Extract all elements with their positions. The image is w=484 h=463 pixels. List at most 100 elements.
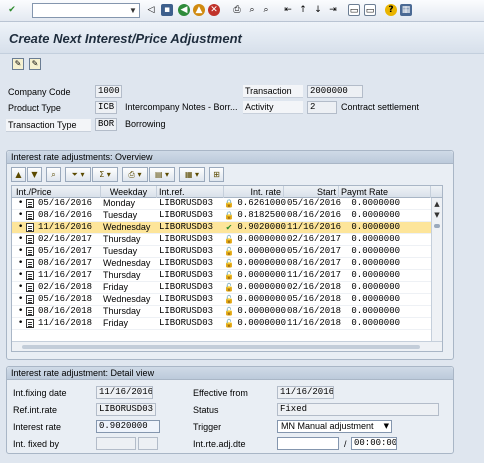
table-row[interactable]: • 08/16/2018 Thursday LIBORUSD03 🔓 0.0000000 0… — [12, 306, 442, 318]
layout-icon[interactable]: ▦ ▾ — [179, 167, 205, 182]
cell-weekday: Monday — [103, 198, 136, 208]
cell-int-price: 11/16/2016 — [38, 222, 93, 232]
row-bullet: • — [18, 270, 24, 280]
scroll-up-icon[interactable]: ▲ — [432, 199, 442, 209]
scroll-down-icon[interactable]: ▼ — [432, 210, 442, 220]
help-icon[interactable]: ? — [385, 4, 397, 16]
cell-int-rate: 0.0000000 — [237, 294, 286, 304]
shortcut-icon[interactable]: ▭ — [364, 4, 376, 16]
scroll-thumb-horizontal[interactable] — [22, 345, 420, 349]
cancel-icon[interactable]: ✕ — [208, 4, 220, 16]
cell-int-ref: LIBORUSD03 — [159, 318, 214, 328]
company-code-field: 1000 — [95, 85, 122, 98]
customize-layout-icon[interactable]: ▦ — [400, 4, 412, 16]
table-row[interactable]: • 05/16/2017 Tuesday LIBORUSD03 🔓 0.0000000 05… — [12, 246, 442, 258]
chevron-down-icon[interactable]: ▼ — [127, 4, 139, 17]
cell-int-ref: LIBORUSD03 — [159, 294, 214, 304]
table-row[interactable]: • 02/16/2018 Friday LIBORUSD03 🔓 0.0000000 02/… — [12, 282, 442, 294]
find-icon[interactable]: ⌕ — [246, 4, 258, 16]
previous-page-icon[interactable]: ↑ — [297, 4, 309, 16]
save-icon[interactable]: ▪ — [161, 4, 173, 16]
trigger-select[interactable]: MN Manual adjustment ▼ — [277, 420, 392, 433]
horizontal-scrollbar[interactable] — [12, 341, 442, 351]
find-icon[interactable]: ⌕ — [46, 167, 61, 182]
table-row[interactable]: • 11/16/2017 Thursday LIBORUSD03 🔓 0.0000000 1… — [12, 270, 442, 282]
cell-int-ref: LIBORUSD03 — [159, 258, 214, 268]
filter-icon[interactable]: ⏷ ▾ — [65, 167, 91, 182]
exit-icon[interactable]: ▲ — [193, 4, 205, 16]
document-icon[interactable] — [26, 295, 34, 304]
table-row[interactable]: • 05/16/2018 Wednesday LIBORUSD03 🔓 0.0000000… — [12, 294, 442, 306]
cell-paymt-rate: 0.0000000 — [351, 294, 400, 304]
last-page-icon[interactable]: ⇥ — [327, 4, 339, 16]
table-row[interactable]: • 05/16/2016 Monday LIBORUSD03 🔒 0.6261000 05/… — [12, 198, 442, 210]
cell-weekday: Thursday — [103, 270, 141, 280]
new-session-icon[interactable]: ▭ — [348, 4, 360, 16]
col-paymt-rate[interactable]: Paymt Rate — [339, 186, 431, 198]
document-icon[interactable] — [26, 259, 34, 268]
header-data-icon[interactable]: ✎ — [12, 58, 24, 70]
interest-rate-input[interactable]: 0.9020000 — [96, 420, 160, 433]
product-type-label: Product Type — [8, 103, 61, 113]
document-icon[interactable] — [26, 307, 34, 316]
document-icon[interactable] — [26, 319, 34, 328]
print-icon[interactable]: ⎙ ▾ — [122, 167, 148, 182]
adj-date-label: Int.rte.adj.dte — [193, 439, 246, 449]
first-page-icon[interactable]: ⇤ — [282, 4, 294, 16]
row-bullet: • — [18, 306, 24, 316]
ref-rate-label: Ref.int.rate — [13, 405, 58, 415]
cell-int-price: 11/16/2017 — [38, 270, 93, 280]
cell-weekday: Thursday — [103, 234, 141, 244]
cell-int-rate: 0.0000000 — [237, 234, 286, 244]
document-icon[interactable] — [26, 223, 34, 232]
table-row[interactable]: • 11/16/2018 Friday LIBORUSD03 🔓 0.0000000 11/… — [12, 318, 442, 330]
cell-int-ref: LIBORUSD03 — [159, 222, 214, 232]
details-icon[interactable]: ⊞ — [209, 167, 224, 182]
adj-date-input[interactable] — [277, 437, 339, 450]
document-icon[interactable] — [26, 247, 34, 256]
next-page-icon[interactable]: ↓ — [312, 4, 324, 16]
col-weekday[interactable]: Weekday — [101, 186, 157, 198]
detail-group: Interest rate adjustment: Detail view In… — [6, 366, 454, 454]
activity-field: 2 — [307, 101, 337, 114]
cell-int-price: 05/16/2018 — [38, 294, 93, 304]
cell-weekday: Friday — [103, 282, 129, 292]
change-icon[interactable]: ✎ — [29, 58, 41, 70]
table-row[interactable]: • 08/16/2016 Tuesday LIBORUSD03 🔒 0.8182500 08… — [12, 210, 442, 222]
cell-int-rate: 0.9020000 — [237, 222, 286, 232]
export-icon[interactable]: ▤ ▾ — [149, 167, 175, 182]
cell-int-price: 05/16/2017 — [38, 246, 93, 256]
col-int-rate[interactable]: Int. rate — [224, 186, 284, 198]
print-icon[interactable]: ⎙ — [231, 4, 243, 16]
sort-ascending-icon[interactable]: ▲ — [11, 167, 26, 182]
document-icon[interactable] — [26, 271, 34, 280]
chevron-down-icon: ▼ — [383, 422, 389, 430]
sum-icon[interactable]: Σ ▾ — [92, 167, 118, 182]
document-icon[interactable] — [26, 199, 34, 208]
product-type-text: Intercompany Notes - Borr... — [125, 102, 238, 112]
col-int-ref[interactable]: Int.ref. — [157, 186, 224, 198]
back-nav-icon[interactable]: ◁ — [145, 4, 157, 16]
adj-time-input[interactable]: 00:00:00 — [351, 437, 397, 450]
scroll-thumb[interactable] — [434, 224, 440, 228]
vertical-scrollbar[interactable]: ▲ ▼ — [431, 198, 442, 341]
transaction-type-label: Transaction Type — [6, 119, 91, 132]
effective-from-field: 11/16/2016 — [277, 386, 334, 399]
col-start[interactable]: Start — [284, 186, 339, 198]
table-row[interactable]: • 08/16/2017 Wednesday LIBORUSD03 🔓 0.0000000… — [12, 258, 442, 270]
page-title: Create Next Interest/Price Adjustment — [9, 31, 242, 46]
document-icon[interactable] — [26, 283, 34, 292]
document-icon[interactable] — [26, 235, 34, 244]
cell-start: 11/16/2018 — [286, 318, 341, 328]
back-icon[interactable]: ◀ — [178, 4, 190, 16]
col-int-price[interactable]: Int./Price — [12, 186, 101, 198]
find-next-icon[interactable]: ⌕ — [260, 4, 272, 16]
table-row[interactable]: • 02/16/2017 Thursday LIBORUSD03 🔓 0.0000000 0… — [12, 234, 442, 246]
sort-descending-icon[interactable]: ▼ — [27, 167, 42, 182]
table-row[interactable]: • 11/16/2016 Wednesday LIBORUSD03 ✔ 0.9020000… — [12, 222, 442, 234]
enter-icon[interactable]: ✔ — [6, 4, 18, 16]
document-icon[interactable] — [26, 211, 34, 220]
command-field[interactable]: ▼ — [32, 3, 140, 18]
cell-weekday: Wednesday — [103, 294, 151, 304]
fixing-date-field: 11/16/2016 — [96, 386, 153, 399]
